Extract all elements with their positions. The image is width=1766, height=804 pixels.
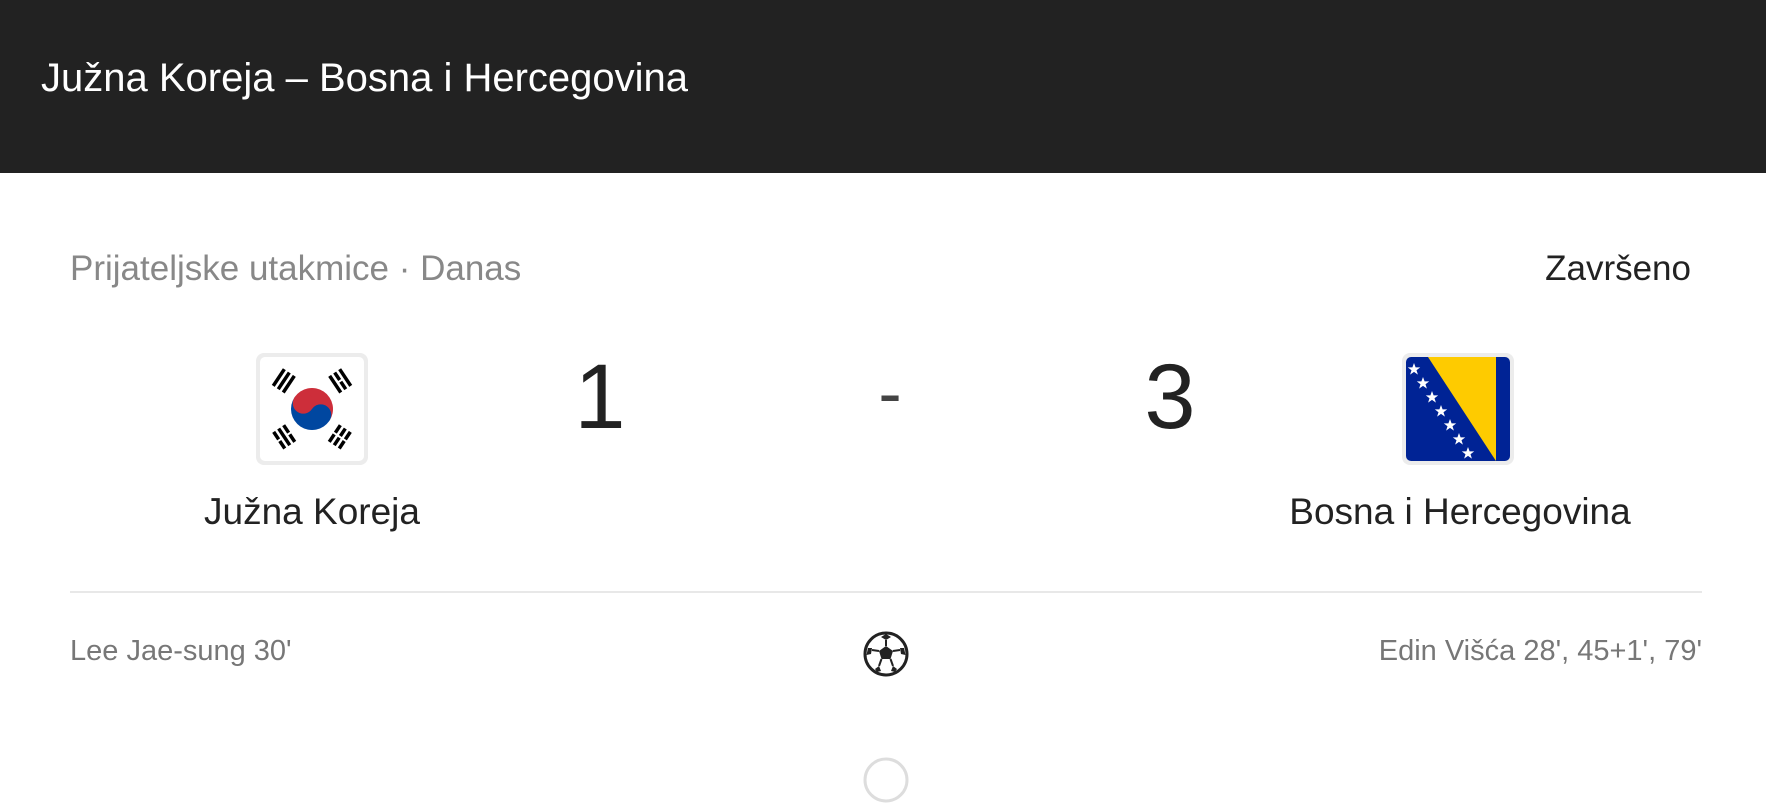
match-status: Završeno [1545,249,1691,288]
partial-icon [863,757,909,803]
header-bar: Južna Koreja – Bosna i Hercegovina [0,0,1766,173]
page-title: Južna Koreja – Bosna i Hercegovina [41,56,689,100]
soccer-ball-icon [863,631,909,677]
home-team-flag[interactable] [256,353,368,465]
away-team-flag[interactable] [1402,353,1514,465]
away-scorers: Edin Višća 28', 45+1', 79' [1378,635,1702,667]
match-card[interactable]: Prijateljske utakmice · Danas Završeno 1… [0,173,1766,803]
bosnia-herzegovina-flag-icon [1406,357,1510,461]
home-score: 1 [574,346,626,448]
match-meta: Prijateljske utakmice · Danas [70,249,522,288]
divider [70,591,1702,593]
away-score: 3 [1144,346,1196,448]
home-team-name[interactable]: Južna Koreja [162,491,462,533]
south-korea-flag-icon [260,357,364,461]
away-team-name[interactable]: Bosna i Hercegovina [1260,491,1660,533]
score-separator: - [878,354,902,432]
home-scorers: Lee Jae-sung 30' [70,635,292,667]
